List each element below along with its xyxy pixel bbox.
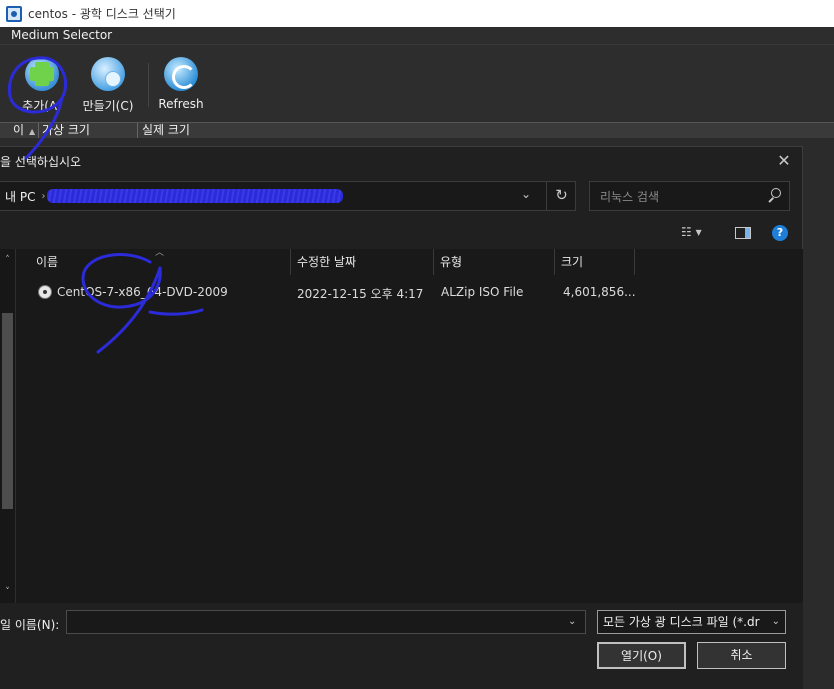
scroll-down-icon[interactable]: ˅	[0, 585, 15, 599]
create-button-label: 만들기(C)	[82, 99, 134, 113]
chevron-right-icon[interactable]: ›	[41, 191, 45, 202]
scroll-up-icon[interactable]: ˄	[0, 253, 15, 267]
search-placeholder: 리눅스 검색	[600, 189, 660, 204]
file-type-filter[interactable]: 모든 가상 광 디스크 파일 (*.dr ⌄	[597, 610, 786, 634]
col-virtual-size-header[interactable]: 가상 크기	[42, 123, 90, 137]
filename-label: 일 이름(N):	[0, 618, 60, 632]
dropdown-arrow-icon[interactable]: ⌄	[568, 616, 576, 627]
file-list: ˄ ˅ ︿ 이름 수정한 날짜 유형 크기 CentOS-7-x86_64-DV…	[0, 248, 803, 603]
col-name[interactable]: 이름	[28, 249, 290, 277]
col-name-header[interactable]: 이	[13, 123, 24, 137]
window-title: centos - 광학 디스크 선택기	[28, 7, 176, 21]
search-input[interactable]: 리눅스 검색	[589, 181, 790, 211]
col-actual-size-header[interactable]: 실제 크기	[142, 123, 190, 137]
medium-list-header: 이 ▲ 가상 크기 실제 크기	[0, 122, 834, 138]
refresh-button[interactable]: Refresh	[149, 57, 213, 111]
close-icon[interactable]: ✕	[774, 151, 794, 171]
address-root[interactable]: 내 PC	[5, 188, 35, 205]
dropdown-arrow-icon[interactable]: ⌄	[516, 187, 536, 205]
view-details-icon[interactable]: ☷ ▾	[681, 225, 702, 243]
sort-up-icon: ▲	[29, 127, 36, 136]
address-path-redacted	[47, 189, 344, 203]
refresh-button-label: Refresh	[158, 97, 204, 111]
dialog-title: 을 선택하십시오	[0, 154, 82, 169]
file-name: CentOS-7-x86_64-DVD-2009	[57, 285, 228, 299]
col-divider	[137, 123, 138, 138]
window-titlebar: centos - 광학 디스크 선택기	[0, 0, 834, 27]
col-divider[interactable]	[634, 249, 635, 275]
add-button-label: 추가(A)	[22, 99, 62, 113]
filename-field[interactable]	[66, 610, 586, 634]
toolbar: 추가(A) 만들기(C) Refresh	[0, 45, 834, 122]
col-modified[interactable]: 수정한 날짜	[289, 249, 433, 277]
app-vbox-icon	[6, 5, 22, 22]
file-size: 4,601,856...	[563, 285, 636, 299]
search-icon	[767, 188, 781, 202]
col-size[interactable]: 크기	[553, 249, 633, 277]
vertical-scrollbar[interactable]: ˄ ˅	[0, 249, 16, 603]
file-type: ALZip ISO File	[441, 285, 524, 299]
menubar-title: Medium Selector	[11, 28, 113, 42]
create-button[interactable]: 만들기(C)	[76, 57, 140, 114]
address-bar[interactable]: 내 PC ›	[0, 181, 576, 211]
file-open-dialog: 을 선택하십시오 ✕ 내 PC › ⌄ ↻ 리눅스 검색 ☷ ▾ ? ˄ ˅ ︿…	[0, 146, 803, 689]
menubar: Medium Selector	[0, 27, 834, 45]
create-disk-icon	[91, 57, 125, 91]
open-button[interactable]: 열기(O)	[597, 642, 686, 669]
col-divider	[38, 123, 39, 138]
col-type[interactable]: 유형	[432, 249, 554, 277]
preview-pane-icon[interactable]	[735, 227, 751, 239]
chevron-down-icon: ⌄	[771, 616, 780, 627]
view-options-row: ☷ ▾ ?	[0, 221, 803, 247]
refresh-icon	[164, 57, 198, 91]
iso-file-icon	[38, 285, 52, 299]
file-type-filter-value: 모든 가상 광 디스크 파일 (*.dr	[603, 615, 760, 629]
refresh-address-icon[interactable]: ↻	[546, 181, 576, 211]
address-row: 내 PC › ⌄ ↻ 리눅스 검색	[0, 181, 803, 213]
help-icon[interactable]: ?	[772, 225, 788, 241]
file-row[interactable]: CentOS-7-x86_64-DVD-2009 2022-12-15 오후 4…	[30, 279, 640, 305]
file-modified: 2022-12-15 오후 4:17	[297, 287, 424, 301]
dialog-footer: 일 이름(N): ⌄ 모든 가상 광 디스크 파일 (*.dr ⌄ 열기(O) …	[0, 603, 803, 689]
add-button[interactable]: 추가(A)	[10, 57, 74, 114]
cancel-button[interactable]: 취소	[697, 642, 786, 669]
scroll-thumb[interactable]	[2, 313, 13, 509]
dialog-titlebar: 을 선택하십시오 ✕	[0, 147, 802, 175]
add-disk-icon	[25, 57, 59, 91]
